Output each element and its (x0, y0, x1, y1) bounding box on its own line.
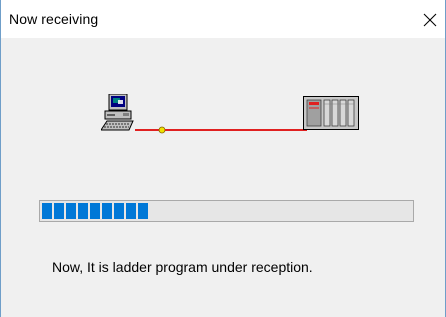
progress-block (66, 203, 76, 219)
close-button[interactable] (415, 0, 445, 38)
progress-block (90, 203, 100, 219)
progress-bar (39, 200, 414, 222)
progress-block (138, 203, 148, 219)
dialog-window: Now receiving Now, It is ladder program … (0, 0, 446, 317)
progress-block (102, 203, 112, 219)
status-message: Now, It is ladder program under receptio… (52, 259, 313, 275)
close-icon (423, 13, 437, 27)
progress-block (42, 203, 52, 219)
title-bar[interactable]: Now receiving (1, 0, 445, 38)
computer-icon (101, 94, 134, 131)
window-title: Now receiving (9, 11, 99, 27)
connection-line (135, 126, 307, 134)
progress-block (114, 203, 124, 219)
connection-endpoint-icon (158, 126, 166, 134)
dialog-content: Now, It is ladder program under receptio… (1, 38, 445, 317)
progress-block (126, 203, 136, 219)
plc-icon (303, 96, 359, 130)
progress-block (78, 203, 88, 219)
progress-block (54, 203, 64, 219)
